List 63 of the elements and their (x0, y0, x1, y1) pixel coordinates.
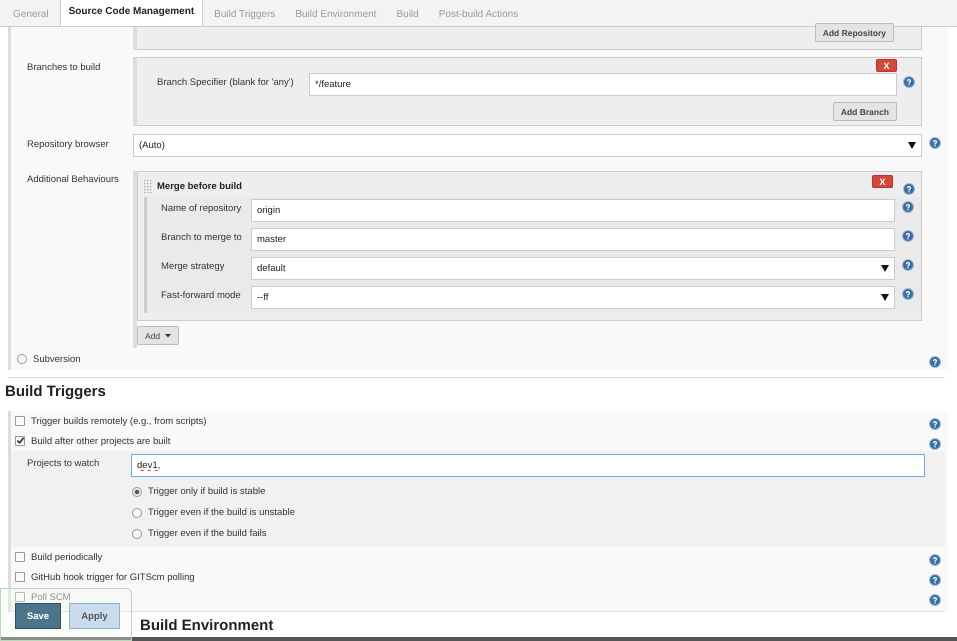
field-label: Fast-forward mode (160, 289, 242, 303)
help-icon[interactable] (903, 183, 915, 195)
tab[interactable]: Source Code Management (60, 0, 204, 26)
field-label: Branches to build (27, 61, 102, 73)
drag-handle-icon[interactable] (144, 180, 152, 193)
checkbox[interactable] (15, 592, 25, 602)
section-heading: Build Environment (139, 616, 274, 632)
help-icon[interactable] (929, 554, 941, 566)
behaviour-title: Merge before build (157, 181, 242, 192)
checkbox[interactable] (15, 552, 25, 562)
help-icon[interactable] (929, 574, 941, 586)
help-icon[interactable] (902, 288, 914, 300)
help-icon[interactable] (902, 259, 914, 271)
radio-button[interactable] (17, 354, 27, 364)
dropdown-select[interactable]: default (251, 257, 895, 280)
help-icon[interactable] (929, 438, 941, 450)
field-label: Merge strategy (160, 260, 226, 274)
text-input[interactable]: master (251, 228, 895, 251)
field-label: Branch to merge to (160, 231, 243, 245)
help-icon[interactable] (929, 137, 941, 149)
option-label: Trigger even if the build fails (148, 528, 266, 539)
option-label: Trigger even if the build is unstable (148, 507, 295, 518)
radio-button[interactable] (132, 528, 142, 538)
section-heading: Build Triggers (4, 382, 107, 402)
help-icon[interactable] (902, 201, 914, 213)
repository-browser-select[interactable]: (Auto) (133, 134, 922, 157)
text-input[interactable]: origin (251, 199, 895, 222)
option-label: Poll SCM (31, 592, 71, 602)
field-label: Additional Behaviours (27, 173, 120, 185)
radio-button[interactable] (132, 508, 142, 518)
option-label: GitHub hook trigger for GITScm polling (31, 572, 195, 582)
option-label: Build periodically (31, 552, 102, 562)
projects-input[interactable]: dev1, (131, 454, 925, 477)
checkbox[interactable] (15, 572, 25, 582)
apply-button[interactable]: Apply (69, 603, 120, 629)
help-icon[interactable] (903, 76, 915, 88)
help-icon[interactable] (929, 356, 941, 368)
dropdown-caret-icon (881, 294, 889, 301)
add-repository-button[interactable]: Add Repository (814, 23, 894, 42)
save-button[interactable]: Save (15, 603, 61, 629)
dropdown-caret-icon (881, 265, 889, 272)
help-icon[interactable] (929, 418, 941, 430)
help-icon[interactable] (929, 594, 941, 606)
radio-button[interactable] (132, 486, 142, 496)
checkbox[interactable] (15, 416, 25, 426)
option-label: Trigger only if build is stable (148, 486, 266, 497)
dropdown-caret-icon (908, 142, 916, 149)
caret-icon (165, 334, 172, 338)
option-label: Subversion (33, 354, 81, 364)
add-button[interactable]: Add (137, 326, 180, 345)
option-label: Build after other projects are built (31, 436, 170, 446)
field-label: Projects to watch (27, 457, 100, 471)
option-label: Trigger builds remotely (e.g., from scripts) (31, 416, 206, 426)
delete-button[interactable]: X (876, 59, 897, 72)
field-label: Repository browser (27, 138, 110, 150)
help-icon[interactable] (902, 230, 914, 242)
branch-specifier-input[interactable]: */feature (309, 73, 897, 96)
add-branch-button[interactable]: Add Branch (832, 102, 897, 121)
dropdown-select[interactable]: --ff (251, 286, 895, 309)
field-label: Branch Specifier (blank for 'any') (157, 76, 295, 90)
field-label: Name of repository (160, 202, 242, 216)
checkbox[interactable] (15, 436, 25, 446)
delete-button[interactable]: X (872, 175, 893, 188)
